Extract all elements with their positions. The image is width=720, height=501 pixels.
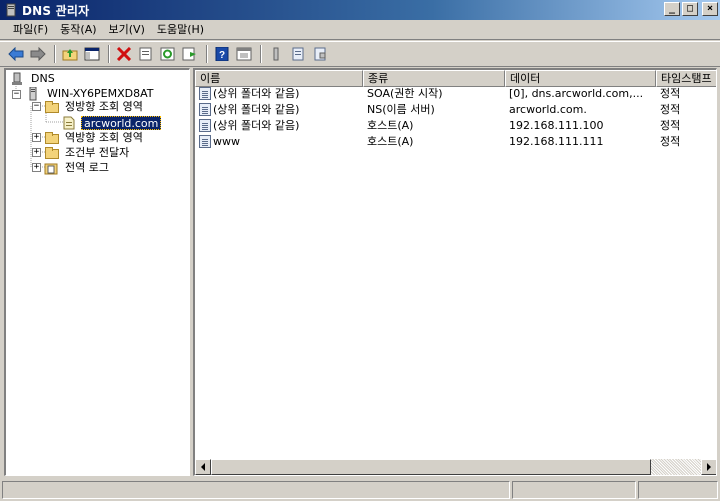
zone-icon bbox=[62, 116, 78, 130]
record-type: 호스트(A) bbox=[367, 119, 414, 132]
server-icon bbox=[26, 86, 42, 101]
expander-reverse-zones[interactable]: + bbox=[32, 133, 41, 142]
scrollbar-track[interactable] bbox=[651, 459, 701, 475]
status-bar bbox=[0, 479, 720, 501]
maximize-button[interactable]: □ bbox=[682, 2, 698, 16]
folder-icon bbox=[44, 146, 60, 160]
toolbar-separator bbox=[260, 45, 262, 63]
table-row[interactable]: www 호스트(A) 192.168.111.111 정적 bbox=[195, 134, 716, 150]
tree-node-forward-zones[interactable]: 정방향 조회 영역 bbox=[44, 99, 145, 114]
tree-label-reverse-zones: 역방향 조회 영역 bbox=[65, 130, 143, 144]
console-tree[interactable]: DNS − WIN-XY6PEMXD8AT − 정방향 조회 영역 arcwor… bbox=[4, 68, 190, 476]
record-timestamp: 정적 bbox=[660, 103, 681, 116]
dns-root-icon bbox=[10, 72, 26, 86]
tree-node-reverse-zones[interactable]: 역방향 조회 영역 bbox=[44, 130, 145, 145]
tree-node-global-logs[interactable]: 전역 로그 bbox=[44, 160, 111, 175]
tree-node-dns[interactable]: DNS bbox=[10, 71, 57, 86]
table-row[interactable]: (상위 폴더와 같음) NS(이름 서버) arcworld.com. 정적 bbox=[195, 102, 716, 118]
records-list[interactable]: 이름 종류 데이터 타임스탬프 (상위 폴더와 같음) SOA(권한 시작) [… bbox=[193, 68, 717, 476]
dns-app-icon bbox=[4, 3, 18, 17]
menu-view[interactable]: 보기(V) bbox=[104, 21, 152, 39]
folder-icon bbox=[44, 100, 60, 114]
column-header-data[interactable]: 데이터 bbox=[505, 70, 656, 87]
refresh-icon[interactable] bbox=[158, 44, 178, 64]
expander-conditional-forwarders[interactable]: + bbox=[32, 148, 41, 157]
folder-icon bbox=[44, 131, 60, 145]
column-header-type[interactable]: 종류 bbox=[363, 70, 505, 87]
record-name: www bbox=[213, 135, 240, 148]
toolbar: ? bbox=[0, 41, 720, 67]
record-data: 192.168.111.111 bbox=[509, 135, 604, 148]
record-icon bbox=[199, 87, 211, 100]
scroll-left-icon[interactable] bbox=[195, 459, 211, 475]
tree-node-conditional-forwarders[interactable]: 조건부 전달자 bbox=[44, 145, 131, 160]
record-name: (상위 폴더와 같음) bbox=[213, 87, 300, 100]
record-timestamp: 정적 bbox=[660, 87, 681, 100]
close-button[interactable]: × bbox=[702, 2, 718, 16]
record-timestamp: 정적 bbox=[660, 119, 681, 132]
table-row[interactable]: (상위 폴더와 같음) SOA(권한 시작) [0], dns.arcworld… bbox=[195, 86, 716, 102]
title-bar[interactable]: DNS 관리자 _ □ × bbox=[0, 0, 720, 20]
menu-help[interactable]: 도움말(H) bbox=[152, 21, 211, 39]
tree-label-forward-zones: 정방향 조회 영역 bbox=[65, 99, 143, 113]
record-data: arcworld.com. bbox=[509, 103, 587, 116]
new-mail-exchanger-icon[interactable] bbox=[310, 44, 330, 64]
window-title: DNS 관리자 bbox=[22, 3, 90, 18]
minimize-button[interactable]: _ bbox=[664, 2, 680, 16]
record-timestamp: 정적 bbox=[660, 135, 681, 148]
record-name: (상위 폴더와 같음) bbox=[213, 119, 300, 132]
status-pane-3 bbox=[638, 481, 718, 499]
record-type: 호스트(A) bbox=[367, 135, 414, 148]
record-data: [0], dns.arcworld.com,... bbox=[509, 87, 644, 100]
tree-label-zone-arcworld: arcworld.com bbox=[81, 115, 162, 130]
record-type: SOA(권한 시작) bbox=[367, 87, 443, 100]
table-row[interactable]: (상위 폴더와 같음) 호스트(A) 192.168.111.100 정적 bbox=[195, 118, 716, 134]
record-name: (상위 폴더와 같음) bbox=[213, 103, 300, 116]
horizontal-scrollbar[interactable] bbox=[195, 459, 716, 475]
forward-icon[interactable] bbox=[28, 44, 48, 64]
expander-server[interactable]: − bbox=[12, 90, 21, 99]
expander-forward-zones[interactable]: − bbox=[32, 102, 41, 111]
list-header: 이름 종류 데이터 타임스탬프 bbox=[195, 70, 716, 87]
toolbar-separator bbox=[206, 45, 208, 63]
toolbar-separator bbox=[54, 45, 56, 63]
menu-file[interactable]: 파일(F) bbox=[8, 21, 55, 39]
help-icon[interactable]: ? bbox=[212, 44, 232, 64]
status-pane-2 bbox=[512, 481, 636, 499]
up-folder-icon[interactable] bbox=[60, 44, 80, 64]
record-icon bbox=[199, 135, 211, 148]
tree-label-global-logs: 전역 로그 bbox=[65, 160, 109, 174]
column-header-name[interactable]: 이름 bbox=[195, 70, 363, 87]
properties-icon[interactable] bbox=[136, 44, 156, 64]
record-data: 192.168.111.100 bbox=[509, 119, 604, 132]
log-folder-icon bbox=[44, 161, 60, 175]
tree-label-conditional-forwarders: 조건부 전달자 bbox=[65, 145, 130, 159]
record-type: NS(이름 서버) bbox=[367, 103, 435, 116]
back-icon[interactable] bbox=[6, 44, 26, 64]
status-pane-main bbox=[2, 481, 510, 499]
scrollbar-thumb[interactable] bbox=[211, 459, 651, 475]
column-header-timestamp[interactable]: 타임스탬프 bbox=[656, 70, 716, 87]
delete-icon[interactable] bbox=[114, 44, 134, 64]
expander-global-logs[interactable]: + bbox=[32, 163, 41, 172]
show-hide-tree-icon[interactable] bbox=[82, 44, 102, 64]
tree-label-dns: DNS bbox=[31, 71, 55, 85]
toolbar-separator bbox=[108, 45, 110, 63]
menu-bar: 파일(F) 동작(A) 보기(V) 도움말(H) bbox=[0, 20, 720, 40]
new-host-icon[interactable] bbox=[266, 44, 286, 64]
menu-action[interactable]: 동작(A) bbox=[55, 21, 103, 39]
export-list-icon[interactable] bbox=[180, 44, 200, 64]
console-icon[interactable] bbox=[234, 44, 254, 64]
svg-text:?: ? bbox=[219, 50, 225, 61]
record-icon bbox=[199, 119, 211, 132]
new-alias-icon[interactable] bbox=[288, 44, 308, 64]
tree-node-zone-arcworld[interactable]: arcworld.com bbox=[62, 115, 162, 130]
record-icon bbox=[199, 103, 211, 116]
scroll-right-icon[interactable] bbox=[701, 459, 716, 475]
